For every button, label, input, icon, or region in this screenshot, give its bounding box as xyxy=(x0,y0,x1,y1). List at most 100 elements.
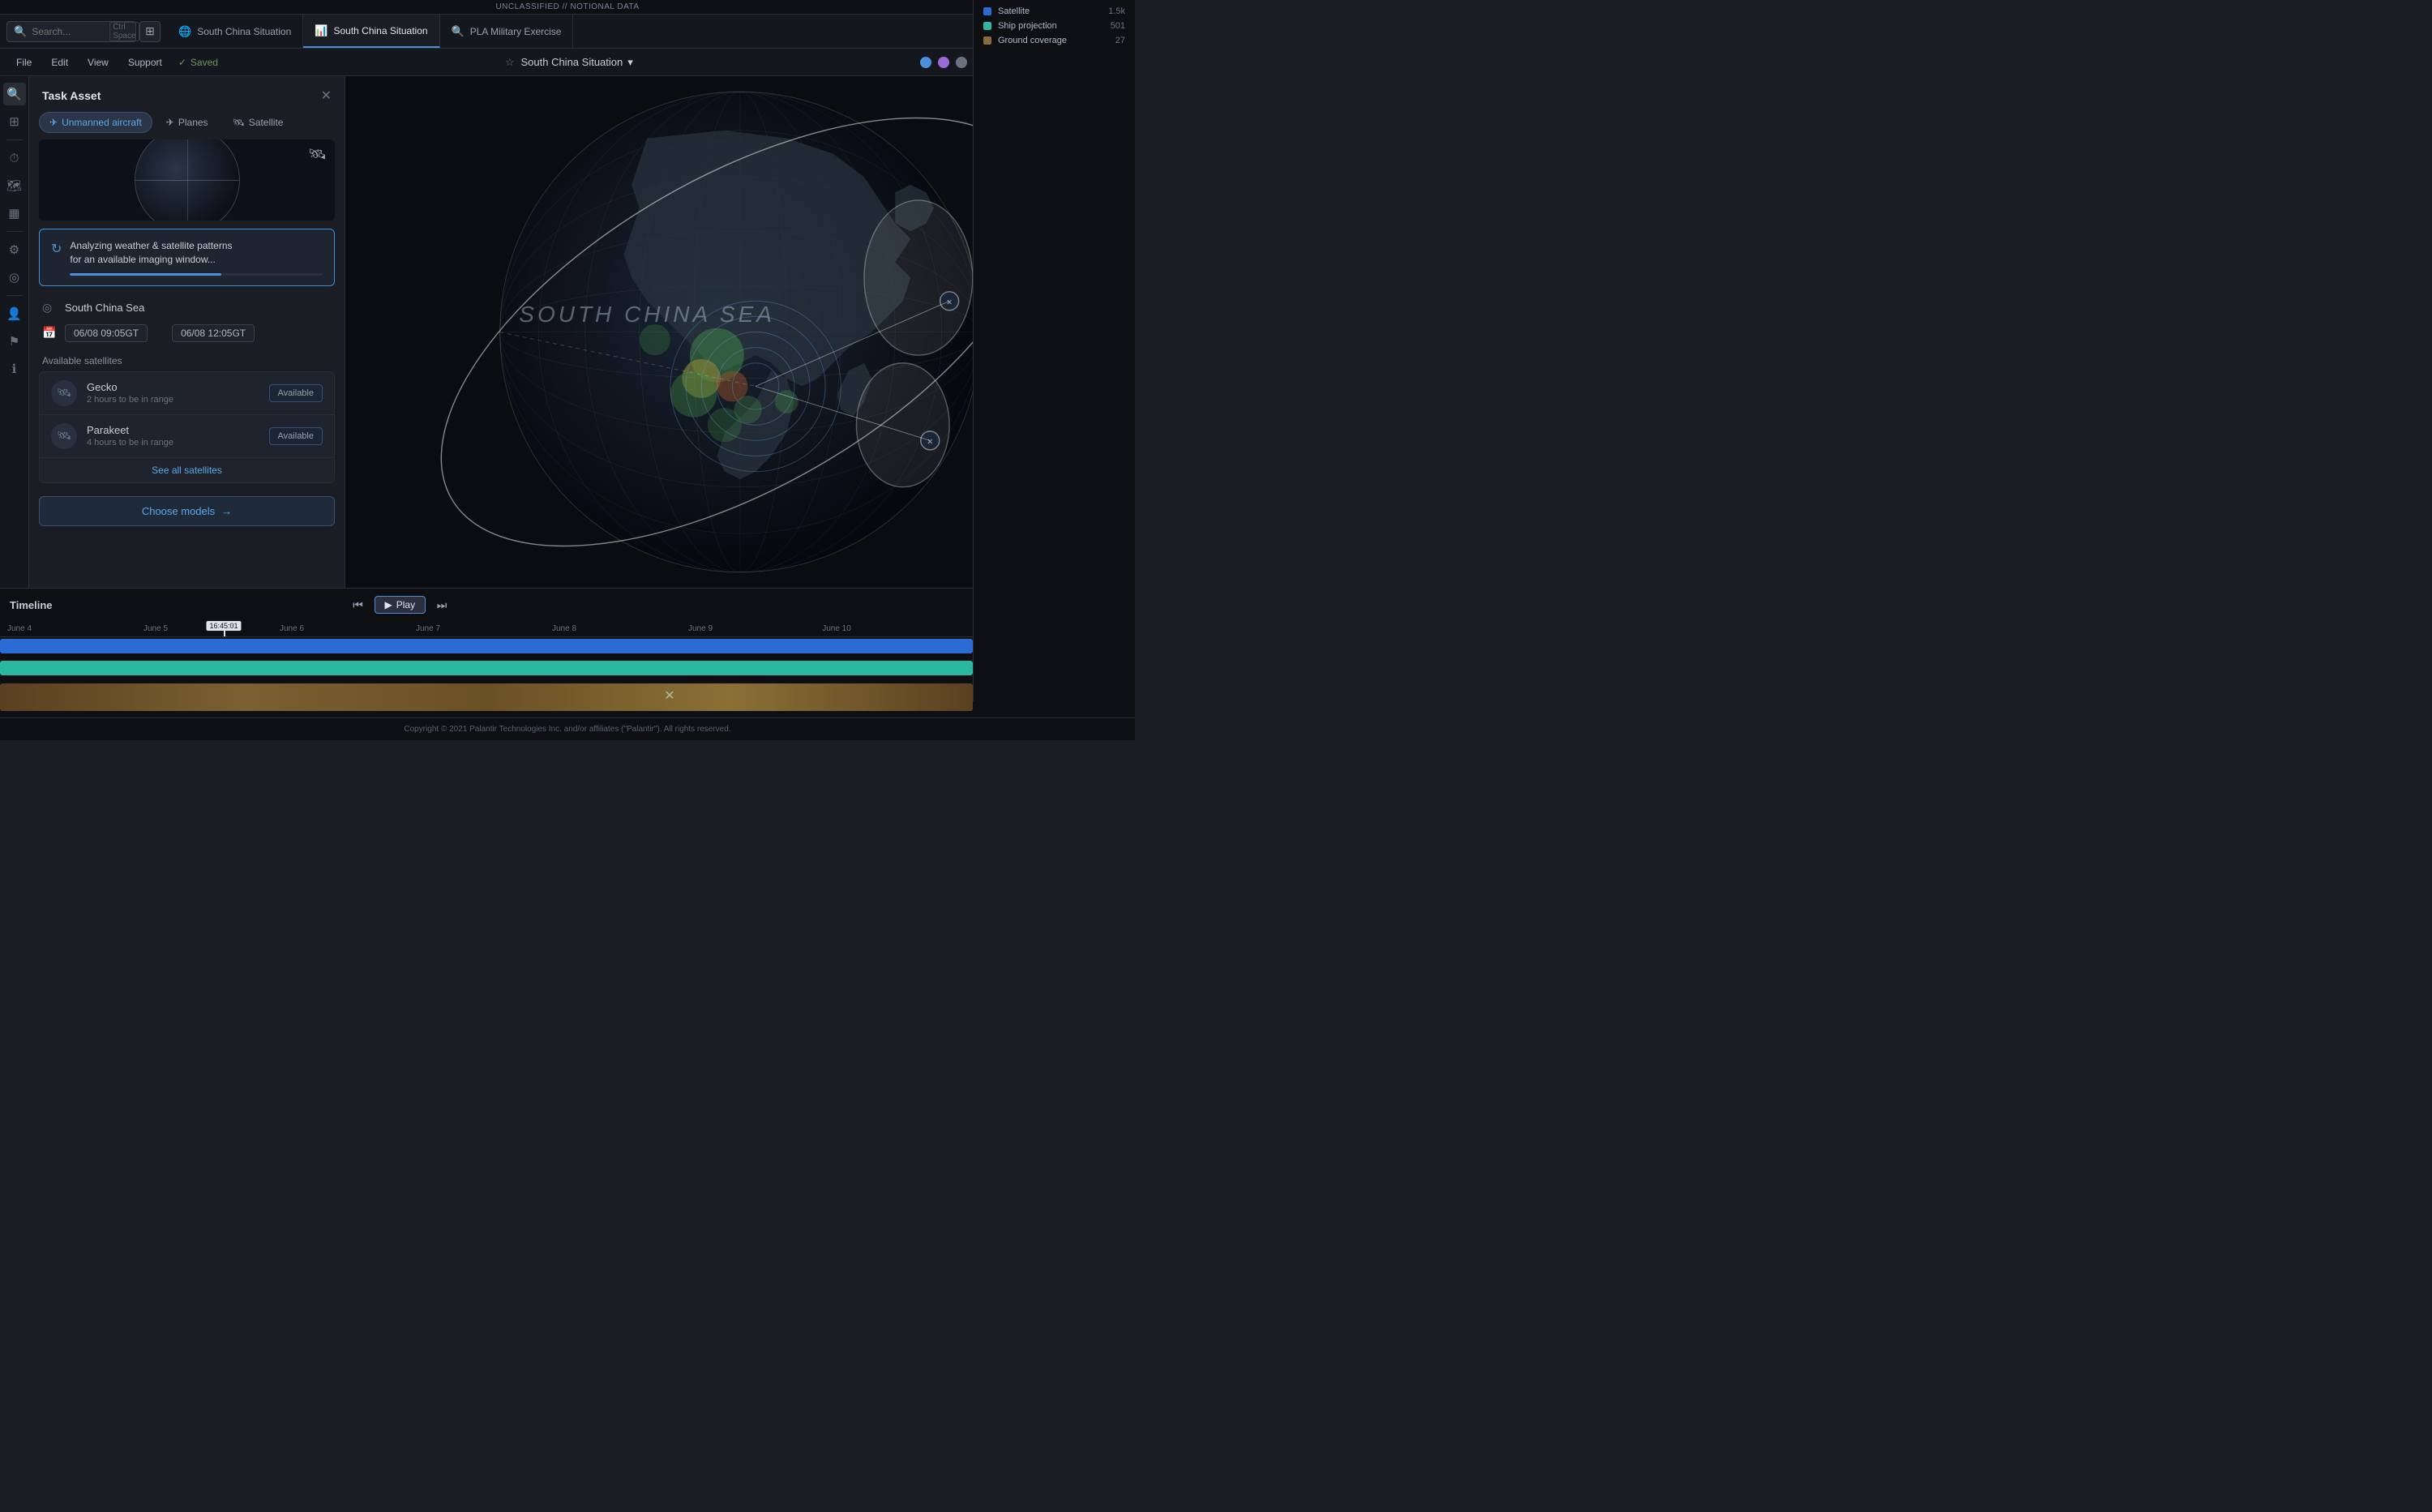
sidebar-timeline[interactable]: ⏱ xyxy=(3,147,26,169)
parakeet-time: 4 hours to be in range xyxy=(87,438,259,448)
see-all-satellites-link[interactable]: See all satellites xyxy=(40,458,334,482)
svg-text:✕: ✕ xyxy=(946,298,953,307)
tab3-label: PLA Military Exercise xyxy=(470,26,562,37)
search-box[interactable]: 🔍 Ctrl Space xyxy=(6,21,136,42)
tab1-icon: 🌐 xyxy=(178,25,191,38)
date-june10: June 10 xyxy=(822,624,851,633)
timeline-title: Timeline xyxy=(10,599,53,611)
asset-tab-satellite[interactable]: 🛰 Satellite xyxy=(222,112,294,133)
sidebar-map[interactable]: 🗺 xyxy=(3,174,26,197)
skip-back-button[interactable]: ⏮ xyxy=(349,595,368,615)
situation-title-btn[interactable]: South China Situation ▾ xyxy=(520,56,632,69)
sidebar-separator-1 xyxy=(6,139,23,140)
search-input[interactable] xyxy=(32,26,105,37)
play-button[interactable]: ▶ Play xyxy=(375,596,426,614)
date-start[interactable]: 06/08 09:05GT xyxy=(65,324,148,342)
analyzing-box: ↻ Analyzing weather & satellite patterns… xyxy=(39,229,335,286)
color-dot-gray[interactable] xyxy=(956,57,967,68)
timeline-header: Timeline ⏮ ▶ Play ⏭ ⤢ 📷 ⊞ ⚖ ≡ ✕ xyxy=(0,589,1135,621)
gecko-available-button[interactable]: Available xyxy=(269,384,323,402)
close-button[interactable]: ✕ xyxy=(321,88,332,104)
grid-button[interactable]: ⊞ xyxy=(139,21,161,42)
asset-tab-planes[interactable]: ✈ Planes xyxy=(156,112,219,133)
timeline-body: June 4 June 5 June 6 June 7 June 8 June … xyxy=(0,621,1135,717)
footer: Copyright © 2021 Palantir Technologies I… xyxy=(0,717,1135,740)
panel-title: Task Asset xyxy=(42,89,101,102)
date-june5: June 5 xyxy=(143,624,168,633)
satellite-track xyxy=(0,637,973,657)
saved-label: Saved xyxy=(191,57,218,68)
menu-support[interactable]: Support xyxy=(120,54,170,71)
panel-header: Task Asset ✕ xyxy=(29,76,345,112)
tab-pla-military[interactable]: 🔍 PLA Military Exercise xyxy=(440,15,574,48)
calendar-icon: 📅 xyxy=(42,326,57,340)
tab1-label: South China Situation xyxy=(197,26,291,37)
menu-edit[interactable]: Edit xyxy=(43,54,76,71)
mini-globe xyxy=(135,139,240,221)
analyzing-line1: Analyzing weather & satellite patterns xyxy=(70,239,323,253)
menu-view[interactable]: View xyxy=(79,54,117,71)
analyzing-line2: for an available imaging window... xyxy=(70,253,323,267)
task-panel: Task Asset ✕ ✈ Unmanned aircraft ✈ Plane… xyxy=(29,76,345,588)
choose-models-label: Choose models xyxy=(142,505,215,517)
menu-file[interactable]: File xyxy=(8,54,40,71)
sidebar-separator-2 xyxy=(6,231,23,232)
menu-bar: File Edit View Support ✓ Saved ☆ South C… xyxy=(0,49,1135,76)
choose-models-button[interactable]: Choose models → xyxy=(39,496,335,526)
sidebar-layers[interactable]: ⊞ xyxy=(3,110,26,133)
satellite-track-fill xyxy=(0,639,973,653)
progress-fill xyxy=(70,273,221,276)
color-dot-purple[interactable] xyxy=(938,57,949,68)
footer-text: Copyright © 2021 Palantir Technologies I… xyxy=(404,725,730,734)
sidebar-separator-3 xyxy=(6,295,23,296)
tab-south-china-2[interactable]: 📊 South China Situation xyxy=(303,15,439,48)
sidebar-target[interactable]: ◎ xyxy=(3,266,26,289)
sidebar-person[interactable]: 👤 xyxy=(3,302,26,325)
star-icon: ☆ xyxy=(505,56,515,69)
asset-tab-uav[interactable]: ✈ Unmanned aircraft xyxy=(39,112,152,133)
sync-icon: ↻ xyxy=(51,241,62,257)
parakeet-available-button[interactable]: Available xyxy=(269,427,323,445)
date-june7: June 7 xyxy=(416,624,440,633)
timeline-cursor: 16:45:01 xyxy=(224,621,225,636)
sidebar-flag[interactable]: ⚑ xyxy=(3,330,26,353)
date-june9: June 9 xyxy=(688,624,713,633)
skip-forward-button[interactable]: ⏭ xyxy=(432,595,452,615)
sidebar-settings[interactable]: ⚙ xyxy=(3,238,26,261)
globe-preview: 🛰 xyxy=(39,139,335,221)
date-end[interactable]: 06/08 12:05GT xyxy=(172,324,255,342)
satellite-row-gecko: 🛰 Gecko 2 hours to be in range Available xyxy=(40,372,334,415)
timeline-controls: ⏮ ▶ Play ⏭ xyxy=(349,595,452,615)
satellites-container: 🛰 Gecko 2 hours to be in range Available… xyxy=(39,371,335,483)
date-pair: 06/08 09:05GT 06/08 12:05GT xyxy=(65,324,255,342)
ship-track-fill xyxy=(0,661,973,675)
sidebar-search[interactable]: 🔍 xyxy=(3,83,26,105)
main-content: 🔍 ⊞ ⏱ 🗺 ▦ ⚙ ◎ 👤 ⚑ ℹ Task Asset ✕ ✈ Unman… xyxy=(0,76,1135,588)
timeline-tracks[interactable]: June 4 June 5 June 6 June 7 June 8 June … xyxy=(0,621,1135,717)
color-dot-blue[interactable] xyxy=(920,57,931,68)
svg-text:✕: ✕ xyxy=(927,438,933,447)
gecko-name: Gecko xyxy=(87,381,259,393)
date-june4: June 4 xyxy=(7,624,32,633)
tabs-container: 🌐 South China Situation 📊 South China Si… xyxy=(167,15,1106,48)
parakeet-icon: 🛰 xyxy=(51,423,77,449)
sidebar-info[interactable]: ℹ xyxy=(3,358,26,380)
ground-track-fill xyxy=(0,683,973,711)
chevron-down-icon: ▾ xyxy=(627,56,633,69)
asset-tabs: ✈ Unmanned aircraft ✈ Planes 🛰 Satellite xyxy=(29,112,345,139)
planes-label: Planes xyxy=(178,117,208,128)
tab-south-china-1[interactable]: 🌐 South China Situation xyxy=(167,15,303,48)
classification-text: UNCLASSIFIED // NOTIONAL DATA xyxy=(495,2,639,11)
menu-center: ☆ South China Situation ▾ xyxy=(221,56,917,69)
timeline: Timeline ⏮ ▶ Play ⏭ ⤢ 📷 ⊞ ⚖ ≡ ✕ June 4 J… xyxy=(0,588,1135,717)
location-icon: ◎ xyxy=(42,301,57,315)
timeline-axis: June 4 June 5 June 6 June 7 June 8 June … xyxy=(0,621,973,637)
ground-marker: ✕ xyxy=(662,687,678,704)
arrow-right-icon: → xyxy=(221,505,232,517)
parakeet-info: Parakeet 4 hours to be in range xyxy=(87,424,259,448)
search-icon: 🔍 xyxy=(14,25,27,38)
sidebar-grid[interactable]: ▦ xyxy=(3,202,26,225)
tab2-label: South China Situation xyxy=(333,25,427,36)
timeline-legend: Satellite 1.5k Ship projection 501 Groun… xyxy=(973,621,1135,701)
classification-bar: UNCLASSIFIED // NOTIONAL DATA xyxy=(0,0,1135,15)
